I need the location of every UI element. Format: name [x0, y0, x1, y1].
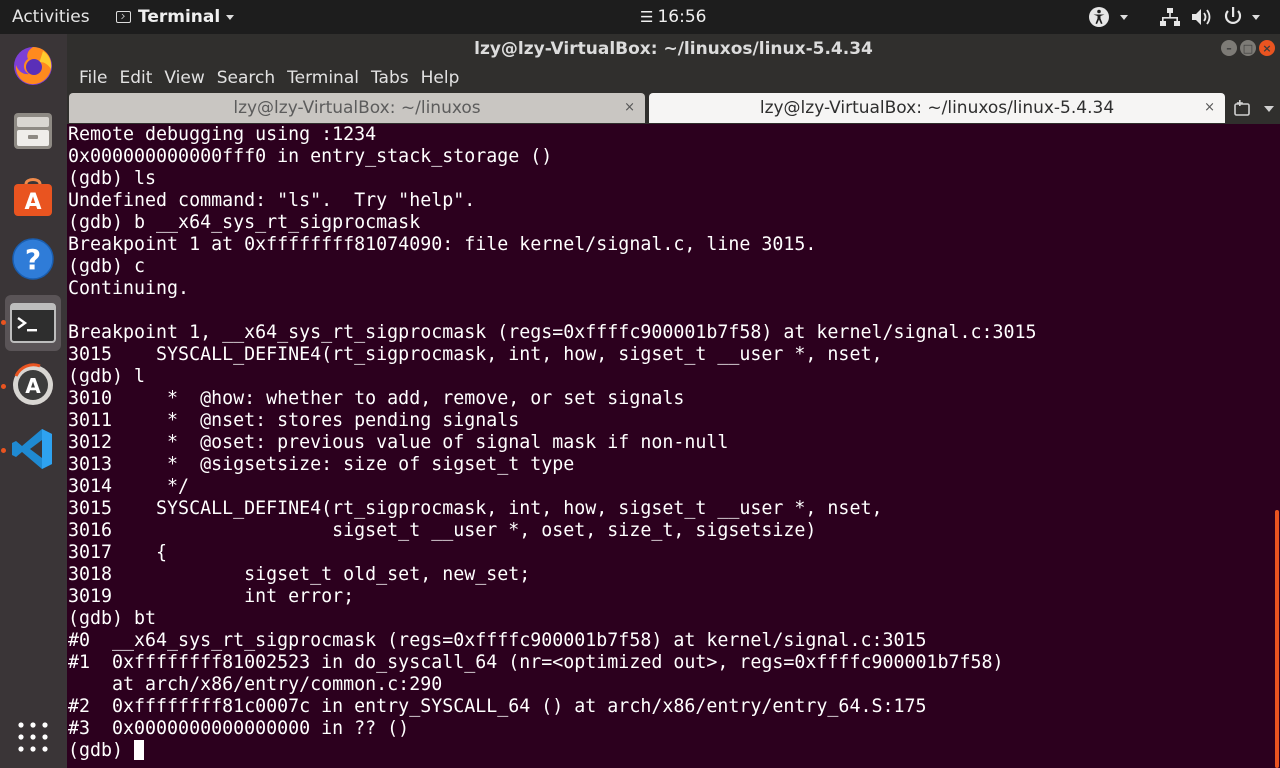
svg-text:A: A [25, 374, 41, 398]
top-bar: Activities Terminal ☰ 16:56 [0, 0, 1280, 34]
terminal-output[interactable]: Remote debugging using :1234 0x0000000000… [67, 124, 1280, 768]
terminal-lines: Remote debugging using :1234 0x0000000000… [68, 124, 1037, 762]
terminal-line: (gdb) bt [68, 608, 157, 629]
close-button[interactable]: × [1259, 40, 1275, 56]
terminal-line: #0 __x64_sys_rt_sigprocmask (regs=0xffff… [68, 630, 927, 651]
app-menu-label: Terminal [138, 7, 221, 27]
volume-icon [1192, 9, 1211, 25]
tab-linuxos[interactable]: lzy@lzy-VirtualBox: ~/linuxos × [69, 93, 645, 123]
terminal-line: Undefined command: "ls". Try "help". [68, 190, 476, 211]
menu-view[interactable]: View [158, 68, 210, 88]
close-icon: × [1262, 41, 1272, 55]
gdb-prompt: (gdb) [68, 740, 135, 761]
text-cursor [134, 740, 145, 760]
terminal-line: Breakpoint 1, __x64_sys_rt_sigprocmask (… [68, 322, 1037, 343]
show-applications-button[interactable] [5, 709, 61, 765]
network-icon [1160, 8, 1180, 26]
dock-item-files[interactable] [5, 103, 61, 159]
accessibility-icon [1089, 7, 1109, 27]
accessibility-menu[interactable] [1088, 6, 1128, 28]
terminal-line: 3019 int error; [68, 586, 355, 607]
terminal-prompt-line: (gdb) [68, 740, 1037, 762]
terminal-line: 3015 SYSCALL_DEFINE4(rt_sigprocmask, int… [68, 498, 883, 519]
dock-item-help[interactable]: ? [5, 231, 61, 287]
terminal-line: 3016 sigset_t __user *, oset, size_t, si… [68, 520, 817, 541]
terminal-line: at arch/x86/entry/common.c:290 [68, 674, 443, 695]
tab-bar: lzy@lzy-VirtualBox: ~/linuxos × lzy@lzy-… [67, 92, 1280, 124]
tab-label: lzy@lzy-VirtualBox: ~/linuxos [233, 98, 481, 118]
window-title: lzy@lzy-VirtualBox: ~/linuxos/linux-5.4.… [474, 39, 873, 59]
terminal-line: 0x000000000000fff0 in entry_stack_storag… [68, 146, 553, 167]
window-titlebar[interactable]: lzy@lzy-VirtualBox: ~/linuxos/linux-5.4.… [67, 34, 1280, 64]
menu-help[interactable]: Help [415, 68, 466, 88]
new-tab-icon[interactable] [1234, 100, 1252, 116]
minimize-button[interactable]: – [1221, 40, 1237, 56]
dock-item-software-updater[interactable]: A [5, 357, 61, 413]
terminal-line: (gdb) c [68, 256, 146, 277]
terminal-line: (gdb) l [68, 366, 146, 387]
maximize-button[interactable]: □ [1240, 40, 1256, 56]
vscode-icon [12, 429, 52, 469]
firefox-icon [14, 47, 52, 85]
chevron-down-icon[interactable] [1264, 106, 1274, 112]
tab-linux-5-4-34[interactable]: lzy@lzy-VirtualBox: ~/linuxos/linux-5.4.… [649, 93, 1225, 123]
close-icon[interactable]: × [624, 100, 635, 115]
terminal-line: 3014 */ [68, 476, 190, 497]
chevron-down-icon [226, 14, 235, 20]
clock-time: 16:56 [657, 7, 707, 27]
terminal-line: 3017 { [68, 542, 168, 563]
terminal-line: (gdb) ls [68, 168, 157, 189]
menu-search[interactable]: Search [211, 68, 281, 88]
running-indicator [1, 320, 6, 325]
files-icon [14, 113, 52, 149]
minimize-icon: – [1226, 41, 1232, 55]
terminal-line: (gdb) b __x64_sys_rt_sigprocmask [68, 212, 421, 233]
close-icon[interactable]: × [1204, 100, 1215, 115]
menu-terminal[interactable]: Terminal [281, 68, 365, 88]
menu-bar: File Edit View Search Terminal Tabs Help [67, 64, 1280, 92]
running-indicator [1, 448, 6, 453]
terminal-line: #1 0xffffffff81002523 in do_syscall_64 (… [68, 652, 1004, 673]
menu-tabs[interactable]: Tabs [365, 68, 415, 88]
app-menu[interactable]: Terminal [116, 7, 235, 27]
terminal-line: Breakpoint 1 at 0xffffffff81074090: file… [68, 234, 817, 255]
terminal-line: #2 0xffffffff81c0007c in entry_SYSCALL_6… [68, 696, 927, 717]
menu-edit[interactable]: Edit [113, 68, 158, 88]
terminal-line: 3018 sigset_t old_set, new_set; [68, 564, 531, 585]
terminal-line: 3012 * @oset: previous value of signal m… [68, 432, 729, 453]
scrollbar[interactable] [1275, 510, 1279, 768]
terminal-line: 3015 SYSCALL_DEFINE4(rt_sigprocmask, int… [68, 344, 883, 365]
dock: A ? A [0, 34, 67, 768]
clock[interactable]: ☰ 16:56 [640, 7, 706, 27]
terminal-line: 3010 * @how: whether to add, remove, or … [68, 388, 685, 409]
running-indicator [1, 384, 6, 389]
maximize-icon: □ [1242, 41, 1254, 55]
menu-file[interactable]: File [73, 68, 113, 88]
terminal-icon [116, 11, 131, 23]
dock-item-vscode[interactable] [5, 421, 61, 477]
dock-item-ubuntu-software[interactable]: A [5, 169, 61, 225]
software-center-icon: A [14, 178, 52, 216]
dock-item-firefox[interactable] [5, 37, 61, 93]
show-applications-icon [18, 722, 48, 752]
svg-text:A: A [24, 190, 41, 215]
help-icon: ? [12, 238, 54, 280]
terminal-line: 3013 * @sigsetsize: size of sigset_t typ… [68, 454, 575, 475]
terminal-line: #3 0x0000000000000000 in ?? () [68, 718, 410, 739]
terminal-line: 3011 * @nset: stores pending signals [68, 410, 520, 431]
activities-button[interactable]: Activities [12, 7, 90, 27]
terminal-line: Continuing. [68, 278, 190, 299]
tab-label: lzy@lzy-VirtualBox: ~/linuxos/linux-5.4.… [759, 98, 1115, 118]
chevron-down-icon [1120, 14, 1128, 20]
terminal-line: Remote debugging using :1234 [68, 124, 377, 145]
svg-text:?: ? [25, 243, 41, 276]
calendar-icon: ☰ [640, 8, 654, 26]
chevron-down-icon [1252, 14, 1260, 20]
system-menu[interactable] [1160, 6, 1260, 28]
dock-item-terminal[interactable] [5, 295, 61, 351]
terminal-icon [10, 303, 56, 343]
power-icon [1224, 7, 1242, 24]
software-updater-icon: A [13, 363, 53, 405]
